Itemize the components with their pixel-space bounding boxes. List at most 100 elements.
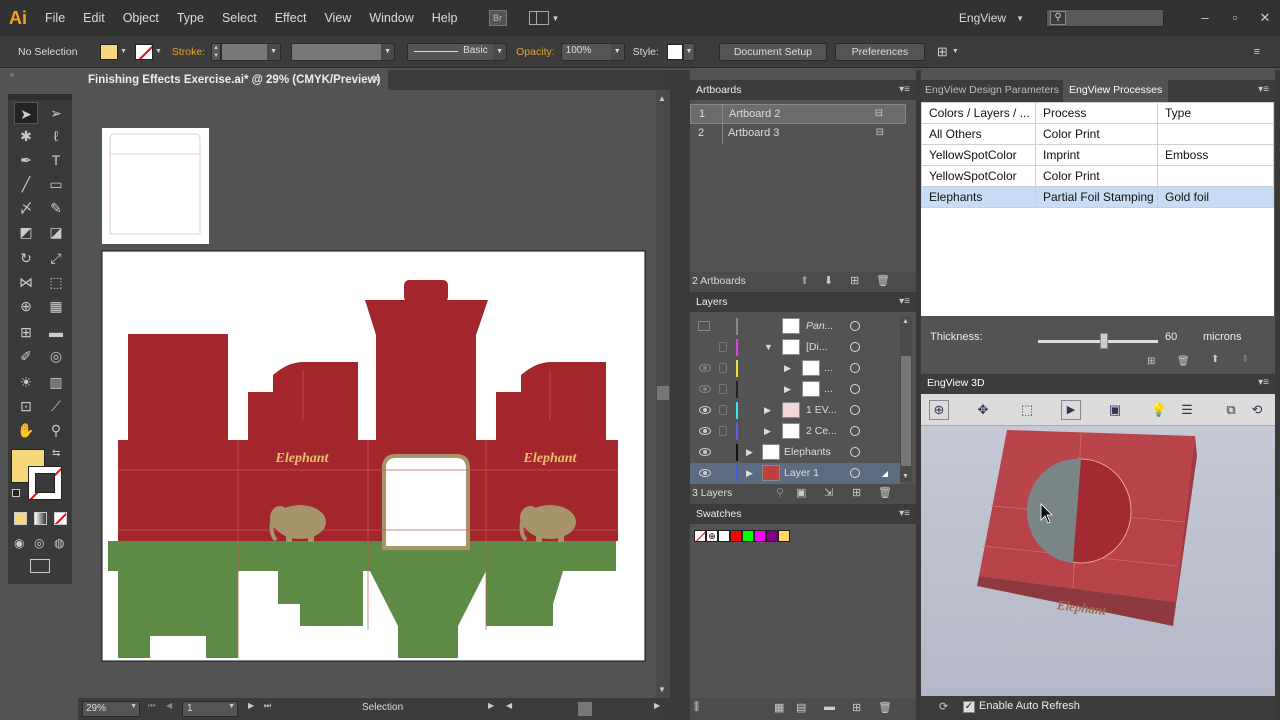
table-row[interactable]: All Others Color Print xyxy=(921,123,1274,145)
close-document-icon[interactable]: ✕ xyxy=(372,70,380,90)
default-colors-icon[interactable] xyxy=(12,489,20,497)
list-view-icon[interactable]: ☰ xyxy=(1177,400,1197,420)
swatch-libraries-icon[interactable]: ⫼ xyxy=(694,701,699,714)
swatch-yellow[interactable] xyxy=(778,530,790,542)
layer-row[interactable]: ▶ 2 Ce... xyxy=(690,421,900,442)
collapse-toolbar-icon[interactable]: « xyxy=(10,70,14,79)
move-process-up-icon[interactable]: ⬆ xyxy=(1211,354,1219,365)
layers-panel-menu-icon[interactable]: ▾≡ xyxy=(899,292,910,312)
layer-row[interactable]: ▼ [Di... xyxy=(690,337,900,358)
layer-row[interactable]: ▶ 1 EV... xyxy=(690,400,900,421)
eyedropper-tool-icon[interactable]: ✐ xyxy=(14,345,38,367)
tab-design-parameters[interactable]: EngView Design Parameters xyxy=(925,84,1059,96)
layer-name[interactable]: Elephants xyxy=(784,442,831,463)
line-tool-icon[interactable]: ╱ xyxy=(14,173,38,195)
layer-target-icon[interactable] xyxy=(850,468,860,478)
cell-process[interactable]: Color Print xyxy=(1035,165,1158,187)
visibility-eye-icon[interactable] xyxy=(699,385,711,393)
move-up-icon[interactable]: ⬆ xyxy=(800,274,809,287)
engview3d-viewport[interactable]: Elephant xyxy=(921,426,1275,696)
cell-process[interactable]: Imprint xyxy=(1035,144,1158,166)
layer-name[interactable]: [Di... xyxy=(806,337,828,358)
new-sublayer-icon[interactable]: ⇲ xyxy=(824,486,833,499)
stroke-weight-stepper[interactable]: ▲ ▼ xyxy=(211,42,222,61)
view-cube-icon[interactable]: ⧉ xyxy=(1221,400,1241,420)
preferences-button[interactable]: Preferences xyxy=(834,42,925,61)
menu-window[interactable]: Window xyxy=(360,0,422,36)
make-clipping-mask-icon[interactable]: ▣ xyxy=(796,486,806,499)
new-process-icon[interactable]: ⊞ xyxy=(1147,356,1155,367)
artboard-canvas[interactable]: Elephant Elephant ▲ ▼ xyxy=(78,90,670,698)
magic-wand-tool-icon[interactable]: ✱ xyxy=(14,125,38,147)
layer-target-icon[interactable] xyxy=(850,405,860,415)
swatch-options-icon[interactable]: ▤ xyxy=(796,701,806,714)
cell-layer[interactable]: All Others xyxy=(921,123,1036,145)
expand-arrow-icon[interactable]: ▶ xyxy=(746,463,753,484)
layer-row[interactable]: ▶ ... xyxy=(690,379,900,400)
layer-name[interactable]: ... xyxy=(824,379,833,400)
rotate-tool-icon[interactable]: ↻ xyxy=(14,247,38,269)
blob-brush-tool-icon[interactable]: ◩ xyxy=(14,221,38,243)
fill-swatch[interactable] xyxy=(100,43,118,60)
cell-layer[interactable]: YellowSpotColor xyxy=(921,144,1036,166)
thickness-value[interactable]: 60 xyxy=(1165,331,1177,343)
scroll-up-icon[interactable]: ▲ xyxy=(658,94,666,103)
save-3d-icon[interactable]: ▣ xyxy=(1105,400,1125,420)
color-mode-icon[interactable] xyxy=(14,512,27,525)
workspace-switcher[interactable]: EngView xyxy=(959,11,1006,25)
opacity-input[interactable]: 100% ▼ xyxy=(560,42,625,61)
lasso-tool-icon[interactable]: ℓ xyxy=(44,125,68,147)
zoom-tool-icon[interactable]: ⚲ xyxy=(44,419,68,441)
expand-arrow-icon[interactable]: ▶ xyxy=(764,400,771,421)
artboard-options-icon[interactable]: ⊟ xyxy=(875,108,883,119)
draw-behind-icon[interactable]: ◎ xyxy=(34,536,44,550)
template-icon[interactable] xyxy=(698,321,710,331)
cell-process[interactable]: Partial Foil Stamping xyxy=(1035,186,1158,208)
arrange-chevron-icon[interactable]: ▼ xyxy=(552,14,560,23)
previous-artboard-icon[interactable]: ◀ xyxy=(166,701,172,710)
free-transform-tool-icon[interactable]: ⬚ xyxy=(44,271,68,293)
engview-panel-menu-icon[interactable]: ▾≡ xyxy=(1258,84,1269,95)
search-input[interactable]: ⚲ xyxy=(1046,9,1164,27)
move-process-down-icon[interactable]: ⬇ xyxy=(1241,354,1249,365)
zoom-select[interactable]: 29% ▼ xyxy=(82,701,140,717)
thickness-slider-handle[interactable] xyxy=(1100,333,1108,349)
layer-target-icon[interactable] xyxy=(850,447,860,457)
layers-scroll-thumb[interactable] xyxy=(901,356,911,466)
layer-row[interactable]: Pan... xyxy=(690,316,900,337)
graphic-style-chevron-icon[interactable]: ▼ xyxy=(682,42,695,61)
menu-type[interactable]: Type xyxy=(168,0,213,36)
direct-selection-tool-icon[interactable]: ➢ xyxy=(44,102,68,124)
delete-process-icon[interactable]: 🗑 xyxy=(1177,356,1190,367)
expand-arrow-icon[interactable]: ▶ xyxy=(784,379,791,400)
swatch-purple[interactable] xyxy=(766,530,778,542)
column-graph-tool-icon[interactable]: ▥ xyxy=(44,371,68,393)
layers-panel-title[interactable]: Layers xyxy=(696,296,728,308)
workspace-chevron-icon[interactable]: ▼ xyxy=(1016,14,1024,23)
draw-normal-icon[interactable]: ◉ xyxy=(14,536,24,550)
artboard-number-select[interactable]: 1 ▼ xyxy=(182,701,238,717)
layer-name[interactable]: 2 Ce... xyxy=(806,421,837,442)
align-icon[interactable]: ⊞ xyxy=(937,44,948,60)
pencil-tool-icon[interactable]: ✎ xyxy=(44,197,68,219)
layer-name[interactable]: ... xyxy=(824,358,833,379)
none-mode-icon[interactable] xyxy=(54,512,67,525)
lock-icon[interactable] xyxy=(719,363,727,373)
layer-row[interactable]: ▶ Elephants xyxy=(690,442,900,463)
scroll-left-icon[interactable]: ◀ xyxy=(506,701,512,710)
swap-fill-stroke-icon[interactable]: ⇆ xyxy=(52,448,60,459)
arrange-documents-icon[interactable] xyxy=(528,11,549,25)
artboard-name[interactable]: Artboard 3 xyxy=(728,127,779,139)
menu-object[interactable]: Object xyxy=(114,0,168,36)
current-tool-status[interactable]: Selection xyxy=(362,702,403,713)
gradient-mode-icon[interactable] xyxy=(34,512,47,525)
swatches-panel-menu-icon[interactable]: ▾≡ xyxy=(899,504,910,524)
menu-help[interactable]: Help xyxy=(423,0,467,36)
table-row[interactable]: YellowSpotColor Imprint Emboss xyxy=(921,144,1274,166)
brush-definition-select[interactable]: Basic ▼ xyxy=(407,42,508,61)
gradient-tool-icon[interactable]: ▬ xyxy=(44,321,68,343)
swatches-panel-title[interactable]: Swatches xyxy=(696,508,742,520)
first-artboard-icon[interactable]: ⏮ xyxy=(148,701,155,711)
expand-arrow-icon[interactable]: ▶ xyxy=(784,358,791,379)
stroke-swatch[interactable] xyxy=(134,43,153,60)
